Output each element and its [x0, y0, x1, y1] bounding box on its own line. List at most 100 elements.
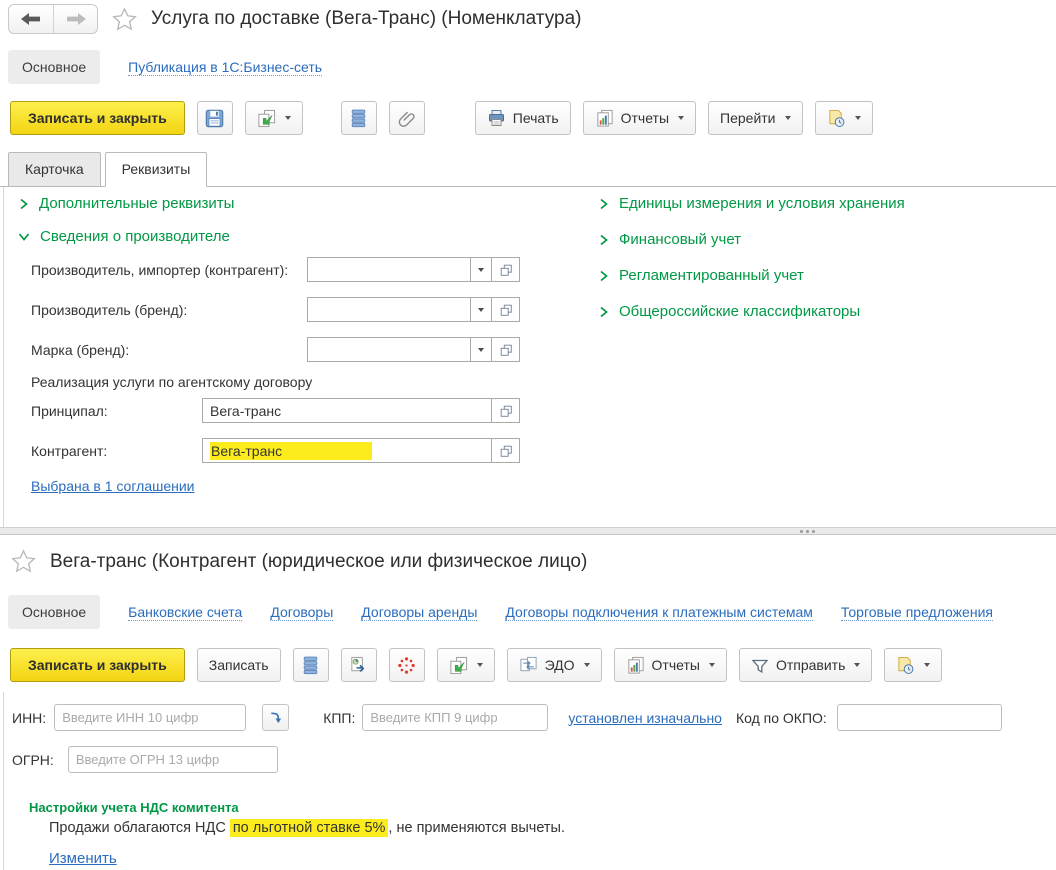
counterparty-content: ИНН: КПП: установлен изначально Код по О… — [3, 692, 1056, 870]
ogrn-label: ОГРН: — [12, 751, 54, 768]
open-icon — [500, 344, 512, 356]
spark-risks-button[interactable] — [388, 648, 425, 682]
okpo-input[interactable] — [836, 704, 1002, 731]
kpp-input[interactable] — [362, 704, 549, 731]
save-close-button[interactable]: Записать и закрыть — [10, 101, 185, 135]
chevron-right-icon — [600, 198, 608, 209]
ogrn-input[interactable] — [67, 746, 278, 773]
send-button[interactable]: Отправить — [738, 648, 873, 682]
vat-text-after: , не применяются вычеты. — [388, 820, 565, 836]
goto-button[interactable]: Перейти — [708, 101, 803, 135]
section-manufacturer-info[interactable]: Сведения о производителе — [18, 228, 230, 245]
dropdown-caret-icon — [854, 663, 861, 667]
tab-lease-contracts[interactable]: Договоры аренды — [361, 604, 478, 621]
section-units-storage[interactable]: Единицы измерения и условия хранения — [598, 195, 905, 212]
tab-card[interactable]: Карточка — [8, 152, 101, 186]
vat-text-before: Продажи облагаются НДС — [49, 820, 230, 836]
fill-by-inn-button[interactable] — [262, 704, 290, 731]
subordination-structure-button[interactable] — [340, 101, 377, 135]
counterparty-field[interactable]: Вега-транс — [202, 438, 492, 463]
create-based-on-icon — [450, 656, 467, 674]
combo-dropdown-button[interactable] — [470, 258, 491, 281]
ogrn-row: ОГРН: — [9, 746, 1056, 773]
mark-combo[interactable] — [307, 337, 492, 362]
open-icon — [500, 445, 512, 457]
tab-main[interactable]: Основное — [8, 50, 101, 84]
top-header: Услуга по доставке (Вега-Транс) (Номенкл… — [8, 4, 581, 34]
tab-payment-system-contracts[interactable]: Договоры подключения к платежным система… — [505, 604, 813, 621]
dropdown-caret-icon — [478, 347, 484, 352]
agreements-link-row: Выбрана в 1 соглашении — [31, 478, 195, 494]
brand-manufacturer-combo[interactable] — [307, 297, 492, 322]
inn-input[interactable] — [54, 704, 247, 731]
dossier-button[interactable] — [340, 648, 377, 682]
section-financial-accounting[interactable]: Финансовый учет — [598, 231, 741, 248]
section-additional-requisites[interactable]: Дополнительные реквизиты — [18, 195, 234, 212]
forward-button[interactable] — [53, 5, 97, 33]
tab-details[interactable]: Реквизиты — [104, 152, 208, 187]
document-clock-icon — [898, 656, 914, 674]
open-value-button[interactable] — [492, 257, 520, 282]
send-funnel-icon — [751, 659, 769, 673]
window-splitter[interactable] — [0, 527, 1056, 535]
top-toolbar: Записать и закрыть Печать Отчеты Перейти — [10, 101, 873, 135]
reports-button[interactable]: Отчеты — [613, 648, 727, 682]
create-based-on-button[interactable] — [244, 101, 303, 135]
open-value-button[interactable] — [492, 297, 520, 322]
edo-exchange-icon — [520, 656, 537, 672]
forward-arrow-icon — [66, 13, 86, 25]
mark-label: Марка (бренд): — [31, 341, 130, 358]
vat-change-link[interactable]: Изменить — [49, 850, 117, 867]
goto-label: Перейти — [720, 110, 776, 126]
combo-dropdown-button[interactable] — [470, 298, 491, 321]
print-label: Печать — [512, 110, 559, 126]
subordination-structure-button[interactable] — [292, 648, 329, 682]
favorite-star-icon[interactable] — [10, 548, 37, 575]
vat-change-row: Изменить — [49, 850, 117, 867]
tab-publication-link[interactable]: Публикация в 1С:Бизнес-сеть — [128, 59, 323, 76]
printer-icon — [488, 110, 504, 126]
reports-label: Отчеты — [620, 110, 670, 126]
floppy-save-icon — [205, 109, 224, 127]
section-classifiers[interactable]: Общероссийские классификаторы — [598, 303, 860, 320]
back-button[interactable] — [9, 5, 53, 33]
favorite-star-icon[interactable] — [111, 6, 138, 33]
principal-label: Принципал: — [31, 402, 108, 419]
document-clock-icon — [828, 109, 844, 127]
open-value-button[interactable] — [492, 398, 520, 423]
history-button[interactable] — [814, 101, 873, 135]
tab-main[interactable]: Основное — [8, 595, 101, 629]
combo-dropdown-button[interactable] — [470, 338, 491, 361]
importer-label: Производитель, импортер (контрагент): — [31, 261, 289, 278]
agreements-link[interactable]: Выбрана в 1 соглашении — [31, 478, 195, 494]
edo-button[interactable]: ЭДО — [506, 648, 602, 682]
edo-label: ЭДО — [544, 657, 575, 673]
reports-button[interactable]: Отчеты — [582, 101, 697, 135]
save-button[interactable]: Записать — [196, 648, 281, 682]
dropdown-caret-icon — [478, 307, 484, 312]
section-label: Сведения о производителе — [40, 228, 230, 245]
tab-trade-offers[interactable]: Торговые предложения — [840, 604, 993, 621]
save-close-button[interactable]: Записать и закрыть — [10, 648, 185, 682]
print-button[interactable]: Печать — [474, 101, 571, 135]
open-value-button[interactable] — [492, 337, 520, 362]
bottom-nav-row: Основное Банковские счета Договоры Догов… — [8, 595, 1056, 629]
tab-contracts[interactable]: Договоры — [270, 604, 334, 621]
tab-bank-accounts[interactable]: Банковские счета — [128, 604, 243, 621]
details-content: Дополнительные реквизиты Сведения о прои… — [3, 187, 1056, 527]
history-button[interactable] — [884, 648, 943, 682]
save-button[interactable] — [196, 101, 233, 135]
importer-combo[interactable] — [307, 257, 492, 282]
chevron-down-icon — [18, 233, 30, 241]
open-value-button[interactable] — [492, 438, 520, 463]
principal-field[interactable]: Вега-транс — [202, 398, 492, 423]
attachments-button[interactable] — [388, 101, 425, 135]
back-arrow-icon — [21, 13, 40, 25]
section-regulated-accounting[interactable]: Регламентированный учет — [598, 267, 804, 284]
create-based-on-button[interactable] — [436, 648, 495, 682]
counterparty-label: Контрагент: — [31, 442, 108, 459]
kpp-set-initially-link[interactable]: установлен изначально — [568, 710, 722, 726]
field-row-counterparty: Контрагент: Вега-транс — [31, 438, 520, 463]
chevron-right-icon — [600, 270, 608, 281]
dossier-report-icon — [351, 656, 365, 672]
